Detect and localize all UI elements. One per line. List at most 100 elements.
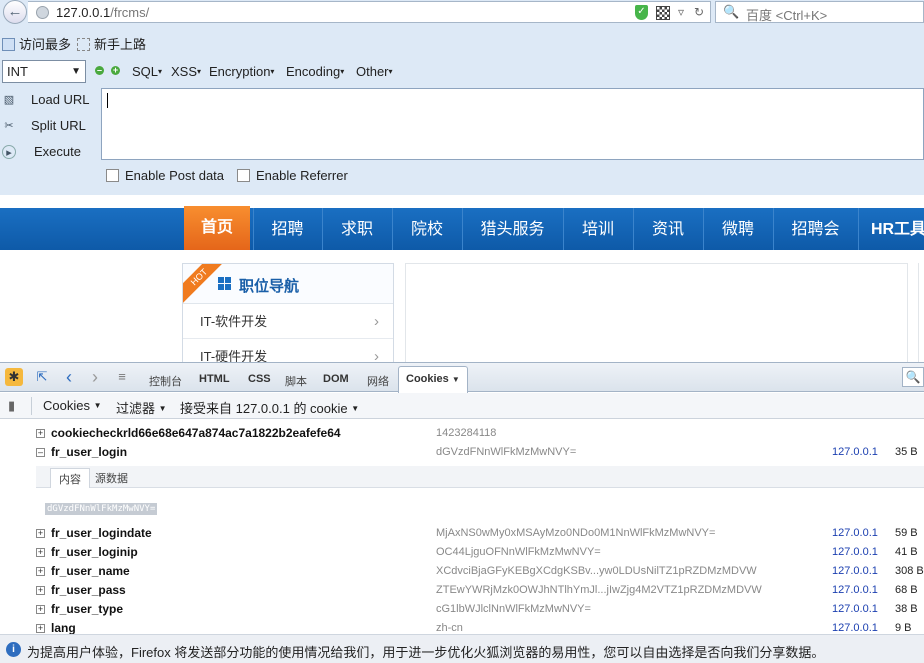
address-field[interactable]: 127.0.0.1/frcms/ ✓ ▿ ↻: [28, 1, 711, 23]
enable-post-data-checkbox[interactable]: Enable Post data: [106, 168, 224, 184]
firebug-icon[interactable]: ✱: [5, 368, 23, 386]
firebug-panel: ✱ ⇱ ‹ › ≡ 控制台 HTML CSS 脚本 DOM 网络 Cookies…: [0, 362, 924, 663]
split-url-button[interactable]: ✂ Split URL: [0, 115, 100, 137]
load-url-button[interactable]: ▧ Load URL: [0, 89, 100, 111]
cookie-name: fr_user_type: [51, 602, 124, 616]
url-textarea[interactable]: [101, 88, 924, 160]
menu-label: Other: [356, 64, 389, 79]
cookie-name: fr_user_loginip: [51, 545, 138, 559]
nav-home[interactable]: 首页: [184, 206, 250, 250]
shield-icon[interactable]: ✓: [635, 5, 648, 20]
sql-menu[interactable]: SQL▾: [132, 64, 162, 79]
search-engine-icon[interactable]: 🔍: [723, 4, 739, 20]
decrement-icon[interactable]: –: [95, 66, 104, 75]
checkbox-label: Enable Referrer: [256, 168, 348, 183]
firebug-tabbar: ✱ ⇱ ‹ › ≡ 控制台 HTML CSS 脚本 DOM 网络 Cookies…: [0, 362, 924, 393]
menu-label: 过滤器: [116, 401, 156, 416]
nav-training[interactable]: 培训: [563, 208, 632, 250]
job-nav-item[interactable]: IT-软件开发 ›: [183, 305, 393, 339]
nav-recruit[interactable]: 招聘: [253, 208, 321, 250]
detail-tabs: 内容 源数据: [36, 466, 924, 488]
back-button[interactable]: ←: [3, 0, 27, 24]
cookie-row[interactable]: + fr_user_name XCdvciBjaGFyKEBgXCdgKSBv.…: [0, 562, 924, 581]
tab-network[interactable]: 网络: [367, 373, 389, 389]
job-nav-item[interactable]: IT-硬件开发 ›: [183, 340, 393, 363]
increment-icon[interactable]: +: [111, 66, 120, 75]
tab-cookies[interactable]: Cookies ▼: [398, 366, 468, 393]
cookie-value: MjAxNS0wMy0xMSAyMzo0NDo0M1NnWlFkMzMwNVY=: [436, 527, 716, 539]
expand-icon[interactable]: +: [36, 529, 45, 538]
qr-code-icon[interactable]: [656, 6, 670, 20]
menu-label: Cookies: [43, 398, 90, 413]
command-line-icon[interactable]: ≡: [113, 368, 131, 386]
cookies-menu[interactable]: Cookies ▼: [43, 398, 102, 413]
cookie-row[interactable]: + cookiecheckrld66e68e647a874ac7a1822b2e…: [0, 424, 924, 443]
globe-icon: [36, 6, 49, 19]
info-icon: i: [6, 642, 21, 657]
cookie-name: fr_user_name: [51, 564, 130, 578]
chevron-down-icon: ▼: [451, 375, 460, 384]
dropdown-arrow-icon[interactable]: ▿: [678, 5, 684, 19]
expand-icon[interactable]: +: [36, 605, 45, 614]
collapse-icon[interactable]: –: [36, 448, 45, 457]
detail-value[interactable]: dGVzdFNnWlFkMzMwNVY=: [45, 503, 158, 515]
expand-icon[interactable]: +: [36, 429, 45, 438]
back-arrow-icon[interactable]: ‹: [60, 368, 78, 386]
chevron-right-icon: ›: [374, 313, 379, 330]
nav-job-fair[interactable]: 招聘会: [773, 208, 857, 250]
cookie-size: 59 B: [895, 527, 918, 539]
tab-script[interactable]: 脚本: [285, 373, 307, 389]
forward-arrow-icon[interactable]: ›: [86, 368, 104, 386]
expand-icon[interactable]: +: [36, 624, 45, 633]
expand-icon[interactable]: +: [36, 567, 45, 576]
site-nav: 首页 招聘 求职 院校 猎头服务 培训 资讯 微聘 招聘会 HR工具: [0, 206, 924, 250]
tab-dom[interactable]: DOM: [323, 373, 349, 385]
search-field[interactable]: 🔍 百度 <Ctrl+K>: [715, 1, 924, 23]
site-top-band: [0, 195, 924, 208]
reload-icon[interactable]: ↻: [694, 5, 704, 19]
tab-console[interactable]: 控制台: [149, 373, 182, 389]
chevron-right-icon: ›: [374, 348, 379, 363]
bookmark-getting-started[interactable]: 新手上路: [77, 36, 146, 54]
nav-news[interactable]: 资讯: [633, 208, 702, 250]
enable-referrer-checkbox[interactable]: Enable Referrer: [237, 168, 348, 184]
cookie-row[interactable]: + fr_user_type cG1lbWJlclNnWlFkMzMwNVY= …: [0, 600, 924, 619]
execute-button[interactable]: ▸ Execute: [0, 141, 100, 163]
break-icon[interactable]: ▮: [8, 398, 15, 414]
tab-css[interactable]: CSS: [248, 373, 271, 385]
cookie-row-expanded[interactable]: – fr_user_login dGVzdFNnWlFkMzMwNVY= 127…: [0, 443, 924, 462]
xss-menu[interactable]: XSS▾: [171, 64, 201, 79]
cookie-row[interactable]: + fr_user_logindate MjAxNS0wMy0xMSAyMzo0…: [0, 524, 924, 543]
cookies-toolbar: ▮ Cookies ▼ 过滤器 ▼ 接受来自 127.0.0.1 的 cooki…: [0, 393, 924, 419]
accept-cookies-menu[interactable]: 接受来自 127.0.0.1 的 cookie ▼: [180, 398, 359, 417]
nav-job-seek[interactable]: 求职: [322, 208, 391, 250]
search-icon[interactable]: 🔍: [902, 367, 924, 387]
expand-icon[interactable]: +: [36, 586, 45, 595]
nav-weipin[interactable]: 微聘: [703, 208, 772, 250]
cookie-size: 308 B: [895, 565, 924, 577]
url-bar: ← 127.0.0.1/frcms/ ✓ ▿ ↻ 🔍 百度 <Ctrl+K>: [0, 0, 924, 24]
other-menu[interactable]: Other▾: [356, 64, 393, 79]
nav-schools[interactable]: 院校: [392, 208, 461, 250]
search-placeholder: 百度 <Ctrl+K>: [746, 8, 828, 23]
nav-headhunter[interactable]: 猎头服务: [462, 208, 562, 250]
cookie-name: fr_user_logindate: [51, 526, 152, 540]
encryption-menu[interactable]: Encryption▾: [209, 64, 274, 79]
tab-raw-data[interactable]: 源数据: [95, 470, 128, 486]
url-text: 127.0.0.1/frcms/: [56, 5, 149, 20]
cookie-row[interactable]: + fr_user_loginip OC44LjguOFNnWlFkMzMwNV…: [0, 543, 924, 562]
encoding-menu[interactable]: Encoding▾: [286, 64, 344, 79]
nav-hr-tools[interactable]: HR工具: [858, 208, 924, 250]
int-select[interactable]: INT ▼: [2, 60, 86, 83]
bookmark-most-visited[interactable]: 访问最多: [2, 36, 71, 54]
tab-content[interactable]: 内容: [50, 468, 90, 488]
expand-icon[interactable]: +: [36, 548, 45, 557]
chevron-down-icon: ▼: [71, 66, 81, 77]
cookie-value: OC44LjguOFNnWlFkMzMwNVY=: [436, 546, 601, 558]
tab-html[interactable]: HTML: [199, 373, 230, 385]
cookie-domain: 127.0.0.1: [832, 584, 878, 596]
cookie-row[interactable]: + fr_user_pass ZTEwYWRjMzk0OWJhNTlhYmJl.…: [0, 581, 924, 600]
inspect-icon[interactable]: ⇱: [33, 368, 51, 386]
filter-menu[interactable]: 过滤器 ▼: [116, 398, 167, 417]
browser-chrome: ← 127.0.0.1/frcms/ ✓ ▿ ↻ 🔍 百度 <Ctrl+K> 访…: [0, 0, 924, 195]
